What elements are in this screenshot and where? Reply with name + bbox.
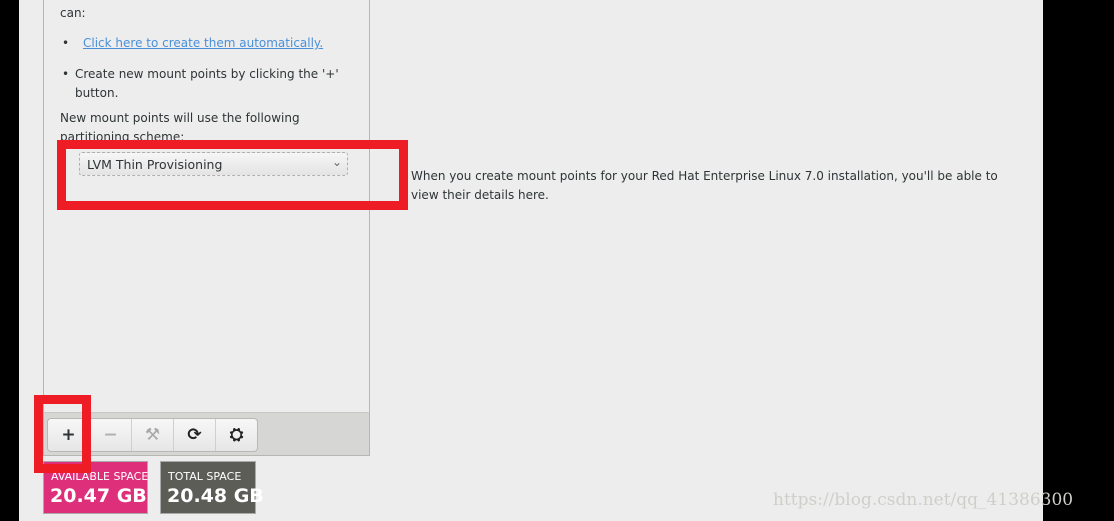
total-space-card: TOTAL SPACE 20.48 GB [160,461,264,514]
total-space-value: 20.48 GB [167,485,264,507]
refresh-button[interactable]: ⟳ [174,419,216,451]
remove-mount-point-button[interactable]: − [90,419,132,451]
scheme-label: New mount points will use the following [60,111,300,125]
manual-hint-cont: button. [75,86,119,100]
tools-icon: ⚒ [144,425,161,445]
left-black-border [0,0,19,521]
details-placeholder: When you create mount points for your Re… [411,169,998,183]
right-black-border [1043,0,1114,521]
intro-text: can: [60,6,86,20]
minus-icon: − [103,425,118,445]
storage-summary-button[interactable]: ⛭ [216,419,257,451]
disk-icon: ⛭ [229,425,244,445]
highlight-box-add-button [34,395,91,473]
available-space-value: 20.47 GB [50,485,147,507]
total-space-label: TOTAL SPACE [168,470,242,483]
configure-button[interactable]: ⚒ [132,419,174,451]
bullet: • [62,67,70,81]
watermark: https://blog.csdn.net/qq_41386300 [773,490,1074,510]
auto-create-link[interactable]: Click here to create them automatically. [83,36,323,50]
manual-hint: Create new mount points by clicking the … [75,67,339,81]
bullet: • [62,36,70,50]
refresh-icon: ⟳ [187,425,202,445]
highlight-box-dropdown [57,140,408,210]
details-placeholder-cont: view their details here. [411,188,549,202]
